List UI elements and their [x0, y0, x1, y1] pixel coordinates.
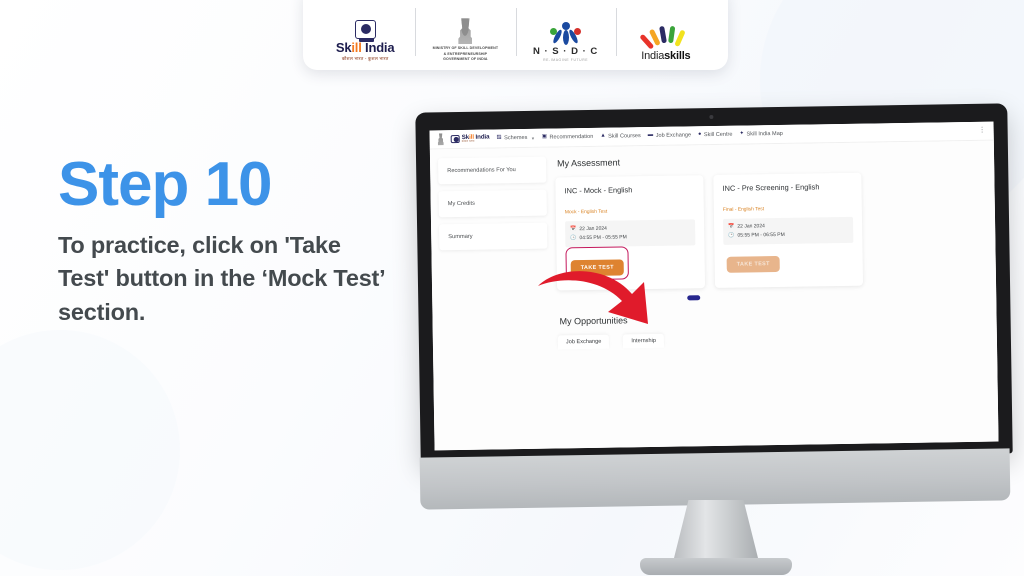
- india-skills-logo: Indiaskills: [615, 4, 716, 62]
- take-test-wrapper: TAKE TEST: [723, 243, 783, 275]
- overflow-menu-icon[interactable]: ⋮: [979, 127, 986, 134]
- nav-item-recommendation-label: Recommendation: [549, 133, 594, 141]
- navbar-emblem-icon: [438, 133, 444, 145]
- assessment-card-date: 22 Jan 2024: [737, 223, 765, 230]
- sidebar-item-recommendations[interactable]: Recommendations For You: [438, 156, 547, 185]
- briefcase-icon: ▬: [647, 132, 654, 139]
- ministry-emblem-logo: MINISTRY OF SKILL DEVELOPMENT & ENTREPRE…: [415, 4, 515, 62]
- calendar-icon: 📅: [728, 223, 735, 230]
- assessment-card-meta: 📅 22 Jan 2024 🕒 05:55 PM - 06:55 PM: [722, 216, 854, 245]
- skill-india-word-b: India: [361, 40, 395, 55]
- nav-item-skill-courses[interactable]: ▲ Skill Courses: [600, 133, 641, 140]
- navbar-brand[interactable]: Skill India कौशल भारत: [450, 133, 490, 144]
- nav-item-recommendation[interactable]: ▣ Recommendation: [542, 134, 594, 141]
- nav-item-skill-centre[interactable]: ● Skill Centre: [698, 131, 733, 139]
- recommendation-icon: ▣: [541, 133, 548, 140]
- sidebar-item-my-credits-label: My Credits: [447, 200, 475, 208]
- ministry-text: MINISTRY OF SKILL DEVELOPMENT & ENTREPRE…: [433, 46, 499, 62]
- ministry-line-3: GOVERNMENT OF INDIA: [443, 56, 488, 61]
- background-blob: [0, 330, 180, 570]
- app-body: Recommendations For You My Credits Summa…: [429, 140, 999, 451]
- skill-india-word-a: Sk: [335, 40, 352, 55]
- india-skills-wordmark: Indiaskills: [641, 51, 690, 62]
- map-marker-icon: ✦: [739, 130, 745, 137]
- skill-india-portal-app: Skill India कौशल भारत ▤ Schemes ▼ ▣ Reco…: [429, 121, 999, 451]
- nsdc-tagline: RE-IMAGINE FUTURE: [543, 58, 589, 62]
- ministry-line-1: MINISTRY OF SKILL DEVELOPMENT: [432, 46, 499, 51]
- skill-india-tagline: कौशल भारत - कुशल भारत: [341, 56, 389, 61]
- sidebar-item-recommendations-label: Recommendations For You: [447, 167, 516, 175]
- sidebar-item-my-credits[interactable]: My Credits: [438, 189, 547, 218]
- india-skills-word-b: skills: [664, 50, 691, 62]
- calendar-icon: 📅: [570, 226, 577, 233]
- navbar-brand-subtitle: कौशल भारत: [461, 139, 475, 143]
- skill-india-wordmark: Skill India: [336, 41, 395, 54]
- chevron-down-icon: ▼: [530, 135, 535, 141]
- tab-job-exchange-label: Job Exchange: [565, 338, 602, 345]
- monitor-screen: Skill India कौशल भारत ▤ Schemes ▼ ▣ Reco…: [429, 121, 999, 451]
- step-description: To practice, click on 'Take Test' button…: [58, 231, 385, 325]
- india-skills-word-a: India: [641, 50, 665, 62]
- location-pin-icon: ●: [698, 131, 702, 138]
- assessment-card-time: 04:55 PM - 05:55 PM: [579, 234, 627, 241]
- nav-item-skill-courses-label: Skill Courses: [608, 133, 641, 140]
- app-sidebar: Recommendations For You My Credits Summa…: [438, 156, 551, 451]
- assessment-card-time: 05:55 PM - 06:55 PM: [737, 231, 785, 239]
- assessment-card-date: 22 Jan 2024: [579, 225, 607, 233]
- instruction-copy: Step 10 To practice, click on 'Take Test…: [58, 150, 398, 329]
- partner-logo-bar: Skill India कौशल भारत - कुशल भारत MINIST…: [303, 0, 728, 70]
- take-test-button-disabled[interactable]: TAKE TEST: [726, 255, 780, 273]
- navbar-skill-india-mark-icon: [450, 134, 460, 144]
- assessment-card-meta: 📅 22 Jan 2024 🕒 04:55 PM - 05:55 PM: [565, 219, 696, 247]
- sidebar-item-summary[interactable]: Summary: [439, 222, 548, 251]
- pointer-arrow-icon: [538, 271, 648, 324]
- nav-item-job-exchange-label: Job Exchange: [655, 132, 692, 139]
- nav-item-skill-india-map[interactable]: ✦ Skill India Map: [739, 131, 783, 138]
- tab-internship-label: Internship: [631, 337, 656, 344]
- webcam-icon: [709, 114, 714, 120]
- sidebar-item-summary-label: Summary: [448, 233, 473, 241]
- ashoka-emblem-icon: [458, 18, 473, 45]
- skill-india-mark-icon: [354, 20, 376, 42]
- skill-india-logo: Skill India कौशल भारत - कुशल भारत: [315, 4, 415, 62]
- monitor-bezel: Skill India कौशल भारत ▤ Schemes ▼ ▣ Reco…: [415, 103, 1013, 463]
- nsdc-logo: N · S · D · C RE-IMAGINE FUTURE: [515, 4, 616, 62]
- assessment-card-title: INC - Mock - English: [564, 185, 633, 196]
- skill-india-word-highlight: ill: [351, 40, 362, 55]
- india-skills-fan-icon: [639, 24, 686, 50]
- slide-canvas: Skill India कौशल भारत - कुशल भारत MINIST…: [0, 0, 1024, 576]
- assessment-card-subtitle: Final - English Test: [722, 207, 765, 213]
- graduation-cap-icon: ▲: [600, 132, 606, 140]
- clock-icon: 🕒: [570, 234, 577, 242]
- my-assessment-heading: My Assessment: [557, 157, 621, 169]
- nav-item-schemes-label: Schemes: [504, 134, 528, 142]
- nav-item-skill-india-map-label: Skill India Map: [746, 130, 783, 138]
- monitor-stand-base: [640, 558, 792, 575]
- assessment-card-subtitle: Mock - English Test: [564, 209, 608, 216]
- nsdc-people-icon: [549, 21, 583, 46]
- step-title: Step 10: [58, 150, 273, 219]
- nsdc-wordmark: N · S · D · C: [533, 45, 599, 57]
- navbar-brand-word-b: India: [473, 133, 490, 141]
- monitor-stand-neck: [673, 500, 759, 562]
- clock-icon: 🕒: [728, 232, 735, 239]
- nav-item-schemes[interactable]: ▤ Schemes ▼: [496, 135, 534, 142]
- page-indicator-pill[interactable]: [687, 294, 701, 300]
- desktop-monitor-mockup: Skill India कौशल भारत ▤ Schemes ▼ ▣ Reco…: [415, 103, 1013, 575]
- assessment-card[interactable]: INC - Pre Screening - English Final - En…: [713, 172, 864, 288]
- schemes-icon: ▤: [496, 134, 502, 141]
- nav-item-skill-centre-label: Skill Centre: [703, 131, 733, 139]
- nav-item-job-exchange[interactable]: ▬ Job Exchange: [648, 132, 691, 139]
- assessment-card-title: INC - Pre Screening - English: [722, 182, 820, 193]
